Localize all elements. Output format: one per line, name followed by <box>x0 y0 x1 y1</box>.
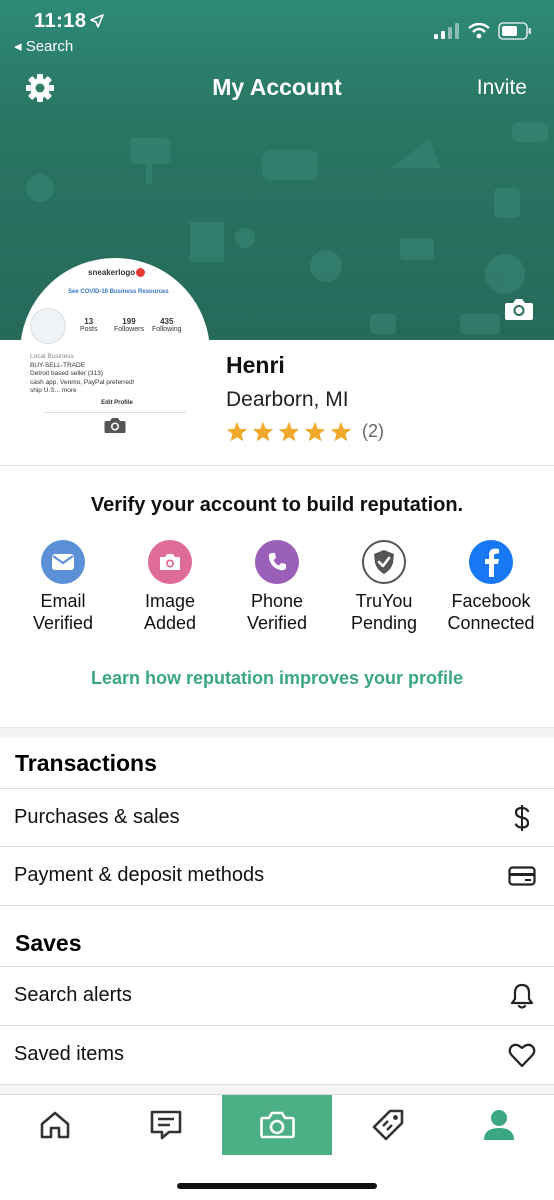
back-to-search[interactable]: ◂ Search <box>14 37 73 55</box>
heart-icon <box>508 1041 536 1069</box>
profile-icon <box>484 1110 514 1140</box>
home-indicator <box>177 1183 377 1189</box>
verify-email[interactable]: Email Verified <box>10 540 116 634</box>
star-icon <box>252 421 274 442</box>
phone-icon <box>255 540 299 584</box>
avatar-camera-icon[interactable] <box>104 416 126 434</box>
divider <box>0 465 554 466</box>
verify-image[interactable]: Image Added <box>117 540 223 634</box>
verify-phone-label: Phone Verified <box>246 591 308 633</box>
verify-email-label: Email Verified <box>32 591 94 633</box>
avatar-mini-pic <box>30 308 66 344</box>
home-icon <box>40 1111 70 1139</box>
bell-icon <box>508 982 536 1010</box>
row-label: Payment & deposit methods <box>14 864 265 886</box>
wifi-icon <box>468 23 490 39</box>
envelope-icon <box>41 540 85 584</box>
status-time: 11:18 <box>34 10 87 32</box>
avatar-brand: sneakerlogo <box>88 268 136 277</box>
avatar[interactable]: sneakerlogo See COVID-19 Business Resour… <box>20 258 210 448</box>
divider <box>0 1084 554 1094</box>
row-purchases-sales[interactable]: Purchases & sales <box>0 788 554 846</box>
tab-account[interactable] <box>444 1095 554 1155</box>
profile-location: Dearborn, MI <box>226 388 349 411</box>
cellular-signal-icon <box>434 23 459 39</box>
tab-post[interactable] <box>222 1095 332 1155</box>
row-label: Purchases & sales <box>14 806 180 828</box>
row-saved-items[interactable]: Saved items <box>0 1025 554 1083</box>
section-spacer <box>0 727 554 737</box>
rating-stars[interactable]: (2) <box>226 421 384 442</box>
star-icon <box>304 421 326 442</box>
verify-image-label: Image Added <box>143 591 197 633</box>
shield-check-icon <box>362 540 406 584</box>
verify-title: Verify your account to build reputation. <box>90 494 464 516</box>
camera-icon <box>260 1111 295 1139</box>
row-search-alerts[interactable]: Search alerts <box>0 966 554 1024</box>
star-icon <box>330 421 352 442</box>
nav-bar: My Account Invite <box>0 62 554 118</box>
tab-home[interactable] <box>0 1095 110 1155</box>
avatar-stat-posts: 13 Posts <box>80 317 98 333</box>
dollar-icon <box>508 804 536 832</box>
verify-facebook[interactable]: Facebook Connected <box>438 540 544 634</box>
invite-button[interactable]: Invite <box>477 76 527 100</box>
cover-camera-icon[interactable] <box>504 296 534 322</box>
status-bar: 11:18 ◂ Search <box>0 0 554 60</box>
status-icons <box>434 22 532 40</box>
avatar-stat-following: 435 Following <box>152 317 182 333</box>
transactions-heading: Transactions <box>15 750 157 776</box>
avatar-link-text: See COVID-19 Business Resources <box>68 289 169 295</box>
tab-inbox[interactable] <box>111 1095 221 1155</box>
star-icon <box>278 421 300 442</box>
row-label: Saved items <box>14 1043 125 1065</box>
location-arrow-icon <box>90 14 104 28</box>
verify-phone[interactable]: Phone Verified <box>224 540 330 634</box>
verify-truyou[interactable]: TruYou Pending <box>331 540 437 634</box>
camera-icon <box>148 540 192 584</box>
avatar-edit-text: Edit Profile <box>101 400 133 406</box>
saves-heading: Saves <box>15 930 82 956</box>
rating-count: (2) <box>362 421 384 441</box>
profile-name: Henri <box>226 352 285 378</box>
facebook-icon <box>469 540 513 584</box>
tag-icon <box>372 1109 404 1141</box>
row-payment-methods[interactable]: Payment & deposit methods <box>0 846 554 904</box>
verify-facebook-label: Facebook Connected <box>447 591 535 633</box>
page-title: My Account <box>212 74 342 100</box>
chat-icon <box>150 1110 182 1140</box>
avatar-bio: Local Business BUY-SELL-TRADE Detroit ba… <box>30 353 135 394</box>
tab-selling[interactable] <box>333 1095 443 1155</box>
star-icon <box>226 421 248 442</box>
avatar-stat-followers: 199 Followers <box>114 317 144 333</box>
avatar-badge-dot <box>136 268 145 277</box>
battery-icon <box>498 22 531 40</box>
learn-reputation-link[interactable]: Learn how reputation improves your profi… <box>0 668 554 689</box>
row-label: Search alerts <box>14 984 132 1006</box>
verify-truyou-label: TruYou Pending <box>350 591 418 633</box>
divider <box>0 905 554 906</box>
card-icon <box>508 862 536 890</box>
